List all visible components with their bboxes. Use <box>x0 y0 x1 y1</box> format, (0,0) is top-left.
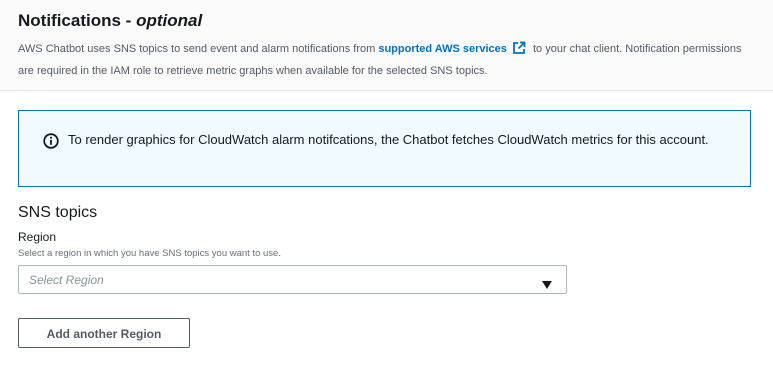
info-alert: To render graphics for CloudWatch alarm … <box>18 110 751 187</box>
caret-down-icon <box>542 276 552 294</box>
info-alert-text: To render graphics for CloudWatch alarm … <box>68 132 709 147</box>
section-header: Notifications - optional AWS Chatbot use… <box>0 0 773 91</box>
region-select-placeholder: Select Region <box>29 273 104 287</box>
sns-topics-heading: SNS topics <box>18 204 98 221</box>
region-select[interactable]: Select Region <box>18 265 567 294</box>
region-description: Select a region in which you have SNS to… <box>18 248 281 259</box>
supported-services-link[interactable]: supported AWS services <box>378 43 507 55</box>
section-title: Notifications - optional <box>18 11 202 31</box>
description-text-before: AWS Chatbot uses SNS topics to send even… <box>18 43 379 55</box>
section-description: AWS Chatbot uses SNS topics to send even… <box>18 40 753 81</box>
section-title-text: Notifications - <box>18 11 137 30</box>
add-another-region-button[interactable]: Add another Region <box>18 318 190 348</box>
external-link-icon[interactable] <box>512 41 526 62</box>
region-label: Region <box>18 230 57 244</box>
info-icon <box>43 133 59 154</box>
section-title-optional: optional <box>136 11 203 30</box>
